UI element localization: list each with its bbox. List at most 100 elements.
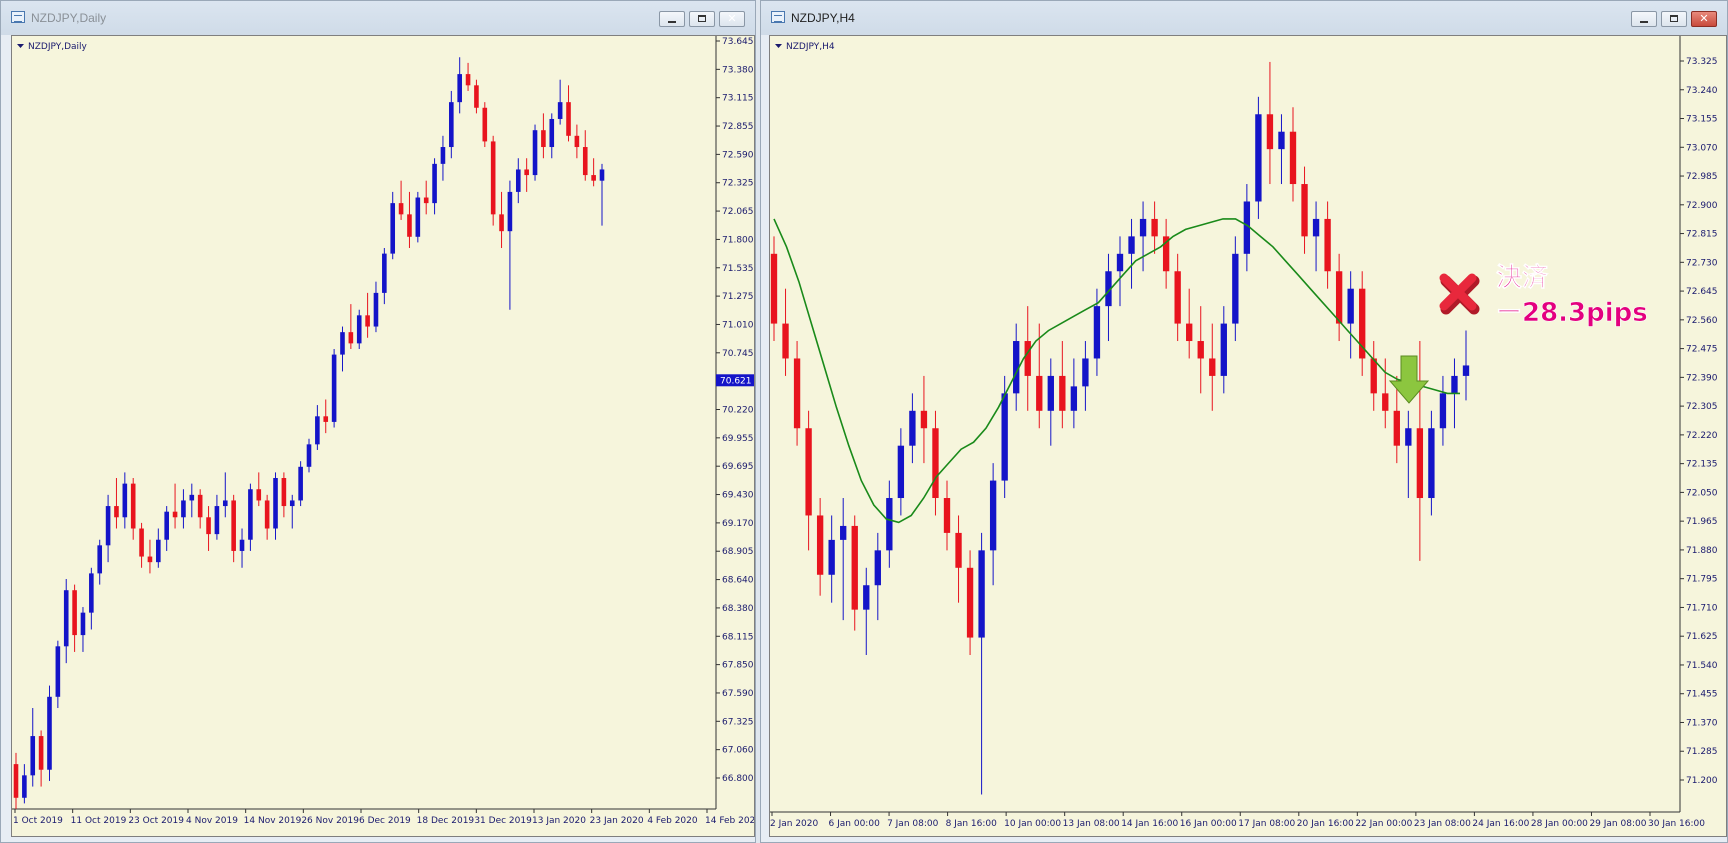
candle-body <box>1451 375 1458 394</box>
y-tick-label: 68.905 <box>722 547 754 557</box>
y-tick-label: 70.220 <box>722 406 754 416</box>
candle-body <box>181 500 186 518</box>
y-tick-label: 72.645 <box>1686 287 1718 297</box>
candle-body <box>1116 253 1124 272</box>
candle-body <box>373 292 379 327</box>
candle-body <box>382 253 387 293</box>
close-button[interactable] <box>719 11 745 27</box>
chart-symbol-label: NZDJPY,H4 <box>786 42 835 52</box>
candle-body <box>566 102 571 136</box>
candle-body <box>591 175 596 181</box>
x-tick-label: 24 Jan 16:00 <box>1472 819 1529 829</box>
candle-body <box>499 214 504 232</box>
y-tick-label: 71.795 <box>1686 575 1718 585</box>
x-tick-label: 23 Jan 08:00 <box>1414 819 1471 829</box>
candle-body <box>114 506 119 518</box>
candle-body <box>1047 375 1054 411</box>
candle-body <box>449 102 454 148</box>
candle-body <box>22 775 27 798</box>
y-tick-label: 71.965 <box>1686 517 1718 527</box>
y-tick-label: 69.430 <box>722 491 754 501</box>
window-title: NZDJPY,H4 <box>791 11 855 25</box>
candle-body <box>407 214 412 237</box>
candle-body <box>886 498 893 551</box>
candle-body <box>440 147 446 164</box>
x-tick-label: 23 Oct 2019 <box>128 816 184 826</box>
h4-chart-area[interactable]: NZDJPY,H4 73.325 73.240 73.155 73.070 72.985 7… <box>769 35 1727 837</box>
x-tick-label: 11 Oct 2019 <box>71 816 127 826</box>
daily-chart-window[interactable]: NZDJPY,Daily NZDJPY,Daily 73.645 73.380 73.… <box>0 0 756 843</box>
candle-body <box>231 500 236 551</box>
candle-body <box>323 416 329 422</box>
candle-body <box>130 483 136 529</box>
candle-body <box>432 163 437 204</box>
daily-chart-svg[interactable]: NZDJPY,Daily 73.645 73.380 73.115 72.855 72.5… <box>12 36 754 836</box>
x-tick-label: 6 Dec 2019 <box>359 816 411 826</box>
candle-body <box>943 498 951 533</box>
y-tick-label: 67.060 <box>722 746 754 756</box>
chart-window-icon <box>11 11 25 23</box>
candle-body <box>139 528 144 557</box>
candle-body <box>197 494 203 518</box>
y-tick-label: 73.115 <box>722 94 754 104</box>
candle-body <box>557 102 563 119</box>
chart-window-icon <box>771 11 785 23</box>
y-tick-label: 69.170 <box>722 519 754 529</box>
candle-body <box>840 525 847 540</box>
candle-body <box>1255 114 1262 202</box>
h4-chart-svg[interactable]: NZDJPY,H4 73.325 73.240 73.155 73.070 72.985 7… <box>770 36 1726 836</box>
y-tick-label: 72.815 <box>1686 230 1718 240</box>
candle-body <box>1036 375 1043 411</box>
candle-body <box>1059 375 1066 411</box>
close-button[interactable] <box>1691 11 1717 27</box>
y-tick-label: 71.370 <box>1686 718 1718 728</box>
candle-body <box>1082 358 1089 387</box>
y-tick-label: 66.800 <box>722 774 754 784</box>
y-tick-label: 69.955 <box>722 434 754 444</box>
window-titlebar[interactable]: NZDJPY,H4 <box>761 1 1727 35</box>
daily-chart-area[interactable]: NZDJPY,Daily 73.645 73.380 73.115 72.855 72.5… <box>11 35 755 837</box>
candle-body <box>239 539 245 551</box>
y-tick-label: 69.695 <box>722 462 754 472</box>
candle-body <box>1174 271 1181 324</box>
candle-body <box>348 332 354 344</box>
candle-body <box>13 764 19 798</box>
x-tick-label: 16 Jan 00:00 <box>1180 819 1237 829</box>
candle-body <box>1278 131 1285 150</box>
y-tick-label: 68.380 <box>722 604 754 614</box>
candle-body <box>966 567 974 638</box>
maximize-button[interactable] <box>689 11 715 27</box>
x-tick-label: 8 Jan 16:00 <box>946 819 998 829</box>
minimize-button[interactable] <box>659 11 685 27</box>
y-tick-label: 71.710 <box>1686 603 1718 613</box>
x-tick-label: 10 Jan 00:00 <box>1004 819 1061 829</box>
candle-body <box>920 410 928 429</box>
x-tick-label: 18 Dec 2019 <box>417 816 475 826</box>
window-titlebar[interactable]: NZDJPY,Daily <box>1 1 755 35</box>
x-tick-label: 23 Jan 2020 <box>590 816 644 826</box>
x-tick-label: 14 Feb 2020 <box>705 816 754 826</box>
candle-body <box>482 107 488 142</box>
minimize-button[interactable] <box>1631 11 1657 27</box>
candle-body <box>1232 253 1239 324</box>
candle-body <box>1382 393 1389 411</box>
triangle-down-icon <box>775 44 782 48</box>
h4-chart-window[interactable]: NZDJPY,H4 NZDJPY,H4 73.325 73.240 73.155 73.… <box>760 0 1728 843</box>
candle-body <box>955 532 962 568</box>
y-tick-label: 72.220 <box>1686 431 1718 441</box>
y-tick-label: 67.850 <box>722 661 754 671</box>
candle-body <box>770 253 778 324</box>
maximize-button[interactable] <box>1661 11 1687 27</box>
x-tick-label: 4 Nov 2019 <box>186 816 238 826</box>
candle-body <box>851 525 858 610</box>
candle-body <box>474 85 479 108</box>
candle-body <box>1151 218 1158 237</box>
candle-body <box>256 489 262 501</box>
y-tick-label: 72.475 <box>1686 345 1718 355</box>
x-tick-label: 22 Jan 00:00 <box>1355 819 1412 829</box>
x-tick-label: 28 Jan 00:00 <box>1531 819 1588 829</box>
candle-body <box>515 169 521 192</box>
candle-body <box>574 135 580 148</box>
candle-body <box>909 410 916 446</box>
candle-body <box>1359 288 1366 359</box>
